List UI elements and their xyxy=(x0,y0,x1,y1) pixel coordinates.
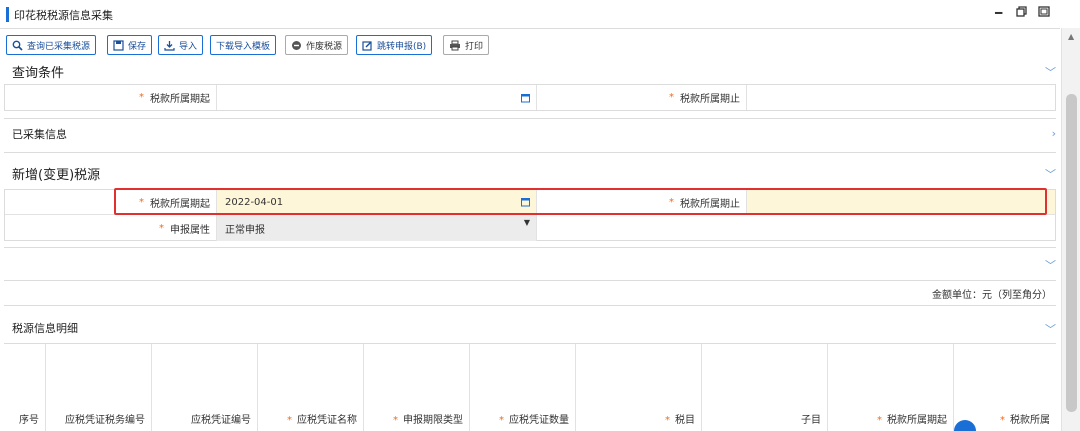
window-title: 印花税税源信息采集 xyxy=(14,9,113,22)
col-header-period-end: * 税款所属 xyxy=(1000,415,1050,426)
scrollbar-thumb[interactable] xyxy=(1066,94,1077,412)
import-button[interactable]: 导入 xyxy=(158,35,204,55)
col-header-period-type: * 申报期限类型 xyxy=(364,344,470,431)
divider xyxy=(4,280,1056,281)
query-row: * 税款所属期起 * 税款所属期止 xyxy=(4,84,1056,111)
download-template-label: 下载导入模板 xyxy=(216,41,271,52)
col-header-voucher-no: 应税凭证编号 xyxy=(152,344,258,431)
void-icon xyxy=(292,40,301,50)
vertical-scrollbar[interactable]: ▲ xyxy=(1061,28,1080,431)
chevron-down-icon[interactable]: ﹀ xyxy=(1045,166,1056,182)
save-icon xyxy=(113,39,124,51)
divider xyxy=(4,152,1056,153)
amount-unit-text: 金额单位：元（列至角分） xyxy=(932,290,1052,301)
download-template-button[interactable]: 下载导入模板 xyxy=(210,35,277,55)
collected-section-title: 已采集信息 xyxy=(12,128,67,141)
divider xyxy=(4,118,1056,119)
divider xyxy=(4,305,1056,306)
col-header-voucher-name: * 应税凭证名称 xyxy=(258,344,364,431)
query-collected-label: 查询已采集税源 xyxy=(27,41,91,52)
new-source-section-title: 新增(变更)税源 xyxy=(12,168,101,183)
save-label: 保存 xyxy=(128,41,147,52)
query-start-label: * 税款所属期起 xyxy=(5,85,217,110)
col-header-sub-item: 子目 xyxy=(702,344,828,431)
detail-table-header: 序号 应税凭证税务编号 应税凭证编号 * 应税凭证名称 * 申报期限类型 * 应税凭证… xyxy=(4,343,1056,431)
void-source-button[interactable]: 作废税源 xyxy=(285,35,349,55)
chevron-down-icon[interactable]: ﹀ xyxy=(1045,321,1056,337)
maximize-icon[interactable] xyxy=(1038,6,1050,20)
query-end-label: * 税款所属期止 xyxy=(537,85,747,110)
query-start-input[interactable] xyxy=(217,85,537,110)
restore-icon[interactable] xyxy=(1016,6,1027,20)
chevron-down-icon[interactable]: ﹀ xyxy=(1045,257,1056,273)
decl-attr-label: * 申报属性 xyxy=(5,215,217,241)
col-header-seq: 序号 xyxy=(4,344,46,431)
scroll-up-icon[interactable]: ▲ xyxy=(1068,32,1074,41)
edit-icon xyxy=(362,40,372,51)
print-label: 打印 xyxy=(465,41,484,52)
query-collected-button[interactable]: 查询已采集税源 xyxy=(6,35,97,55)
col-header-voucher-qty: * 应税凭证数量 xyxy=(470,344,576,431)
col-header-period-start: * 税款所属期起 xyxy=(828,344,954,431)
printer-icon xyxy=(450,40,460,50)
detail-section-title: 税源信息明细 xyxy=(12,322,78,335)
dropdown-arrow-icon[interactable]: ▼ xyxy=(524,218,530,227)
chevron-down-icon[interactable]: ﹀ xyxy=(1045,64,1056,80)
title-accent-bar xyxy=(6,7,9,22)
col-header-tax-item: * 税目 xyxy=(576,344,702,431)
decl-attr-value: 正常申报 xyxy=(225,224,265,236)
query-section-title: 查询条件 xyxy=(12,66,65,81)
void-source-label: 作废税源 xyxy=(306,41,343,52)
import-icon xyxy=(164,40,175,51)
col-header-tax-voucher-no: 应税凭证税务编号 xyxy=(46,344,152,431)
decl-attr-select[interactable]: 正常申报 ▼ xyxy=(217,215,537,241)
window-titlebar: 印花税税源信息采集 ━ xyxy=(0,0,1060,29)
save-button[interactable]: 保存 xyxy=(107,35,153,55)
divider xyxy=(4,247,1056,248)
import-label: 导入 xyxy=(179,41,198,52)
print-button[interactable]: 打印 xyxy=(443,35,490,55)
search-icon xyxy=(12,40,23,51)
toolbar: 查询已采集税源 保存 导入 下载导入模板 作废税源 跳转申报(B) 打印 xyxy=(0,31,1060,59)
highlight-box xyxy=(114,188,1047,215)
jump-declare-button[interactable]: 跳转申报(B) xyxy=(356,35,433,55)
calendar-icon[interactable] xyxy=(521,93,530,102)
chevron-right-icon[interactable]: › xyxy=(1052,127,1056,140)
minimize-icon[interactable]: ━ xyxy=(995,6,1002,20)
jump-declare-label: 跳转申报(B) xyxy=(377,41,427,52)
query-end-input[interactable] xyxy=(747,85,1055,110)
